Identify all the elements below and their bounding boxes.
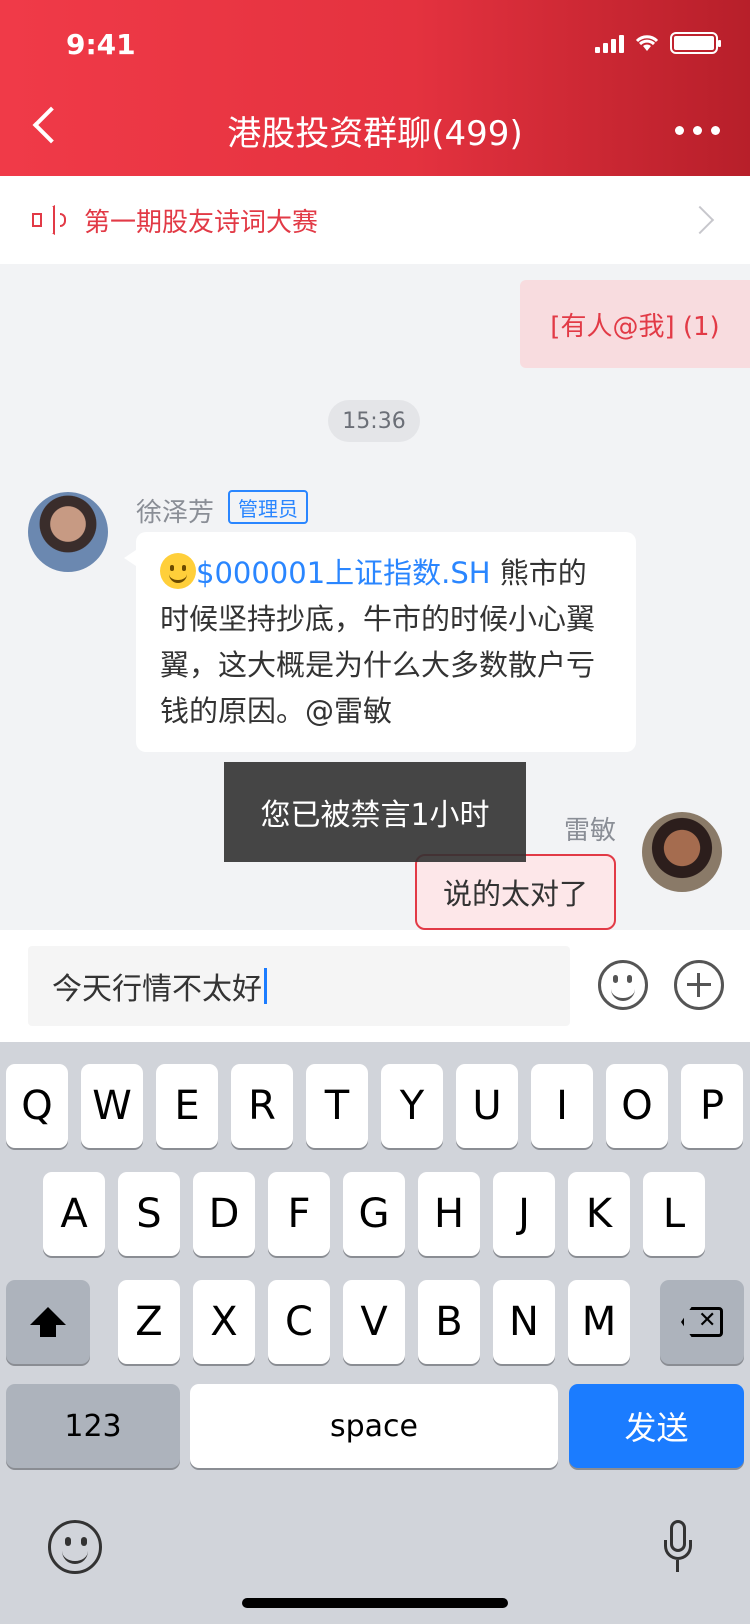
announcement-text: 第一期股友诗词大赛	[84, 207, 319, 238]
input-value: 今天行情不太好	[52, 972, 262, 1007]
key-r[interactable]: R	[231, 1064, 293, 1148]
text-cursor	[264, 968, 267, 1004]
announcement-bar[interactable]: 第一期股友诗词大赛	[0, 176, 750, 264]
more-icon[interactable]	[675, 126, 720, 135]
key-e[interactable]: E	[156, 1064, 218, 1148]
key-z[interactable]: Z	[118, 1280, 180, 1364]
key-v[interactable]: V	[343, 1280, 405, 1364]
key-w[interactable]: W	[81, 1064, 143, 1148]
key-b[interactable]: B	[418, 1280, 480, 1364]
message-bubble-own[interactable]: 说的太对了	[414, 854, 616, 930]
mic-icon[interactable]	[664, 1520, 692, 1574]
message-input[interactable]: 今天行情不太好	[28, 946, 570, 1026]
message-bubble[interactable]: $000001上证指数.SH 熊市的时候坚持抄底，牛市的时候小心翼翼，这大概是为…	[124, 532, 636, 752]
key-g[interactable]: G	[343, 1172, 405, 1256]
delete-icon	[681, 1307, 723, 1337]
battery-icon	[670, 32, 721, 54]
signal-icon	[595, 33, 624, 53]
sender-name: 雷敏	[563, 816, 616, 846]
time-divider: 15:36	[328, 400, 420, 442]
key-i[interactable]: I	[531, 1064, 593, 1148]
speaker-icon	[32, 203, 66, 237]
numbers-key[interactable]: 123	[6, 1384, 180, 1468]
key-c[interactable]: C	[268, 1280, 330, 1364]
home-indicator	[242, 1598, 508, 1608]
key-x[interactable]: X	[193, 1280, 255, 1364]
key-m[interactable]: M	[568, 1280, 630, 1364]
delete-key[interactable]	[660, 1280, 744, 1364]
key-f[interactable]: F	[268, 1172, 330, 1256]
stock-link[interactable]: $000001上证指数.SH	[196, 556, 491, 590]
status-time: 9:41	[66, 28, 136, 61]
admin-badge: 管理员	[228, 490, 308, 524]
key-h[interactable]: H	[418, 1172, 480, 1256]
key-s[interactable]: S	[118, 1172, 180, 1256]
input-bar: 今天行情不太好	[0, 930, 750, 1042]
mention-indicator[interactable]: [有人@我] (1)	[520, 280, 750, 368]
key-k[interactable]: K	[568, 1172, 630, 1256]
key-l[interactable]: L	[643, 1172, 705, 1256]
key-p[interactable]: P	[681, 1064, 743, 1148]
chevron-right-icon	[685, 205, 715, 235]
key-n[interactable]: N	[493, 1280, 555, 1364]
status-icons	[595, 32, 721, 54]
space-key[interactable]: space	[190, 1384, 558, 1468]
key-q[interactable]: Q	[6, 1064, 68, 1148]
shift-key[interactable]	[6, 1280, 90, 1364]
avatar[interactable]	[28, 492, 108, 572]
keyboard: Q W E R T Y U I O P A S D F G H J K L Z …	[0, 1042, 750, 1624]
sender-name: 徐泽芳	[136, 498, 215, 528]
emoji-icon[interactable]	[48, 1520, 102, 1574]
avatar[interactable]	[642, 812, 722, 892]
key-a[interactable]: A	[43, 1172, 105, 1256]
page-title: 港股投资群聊(499)	[227, 114, 523, 154]
smile-icon[interactable]	[598, 960, 648, 1010]
toast-message: 您已被禁言1小时	[224, 762, 526, 862]
key-j[interactable]: J	[493, 1172, 555, 1256]
plus-icon[interactable]	[674, 960, 724, 1010]
key-d[interactable]: D	[193, 1172, 255, 1256]
shift-icon	[30, 1307, 66, 1337]
key-t[interactable]: T	[306, 1064, 368, 1148]
key-o[interactable]: O	[606, 1064, 668, 1148]
header-bar: 9:41 港股投资群聊(499)	[0, 0, 750, 176]
send-button[interactable]: 发送	[569, 1384, 744, 1468]
key-y[interactable]: Y	[381, 1064, 443, 1148]
smile-emoji-icon	[160, 553, 196, 589]
wifi-icon	[634, 33, 660, 53]
key-u[interactable]: U	[456, 1064, 518, 1148]
